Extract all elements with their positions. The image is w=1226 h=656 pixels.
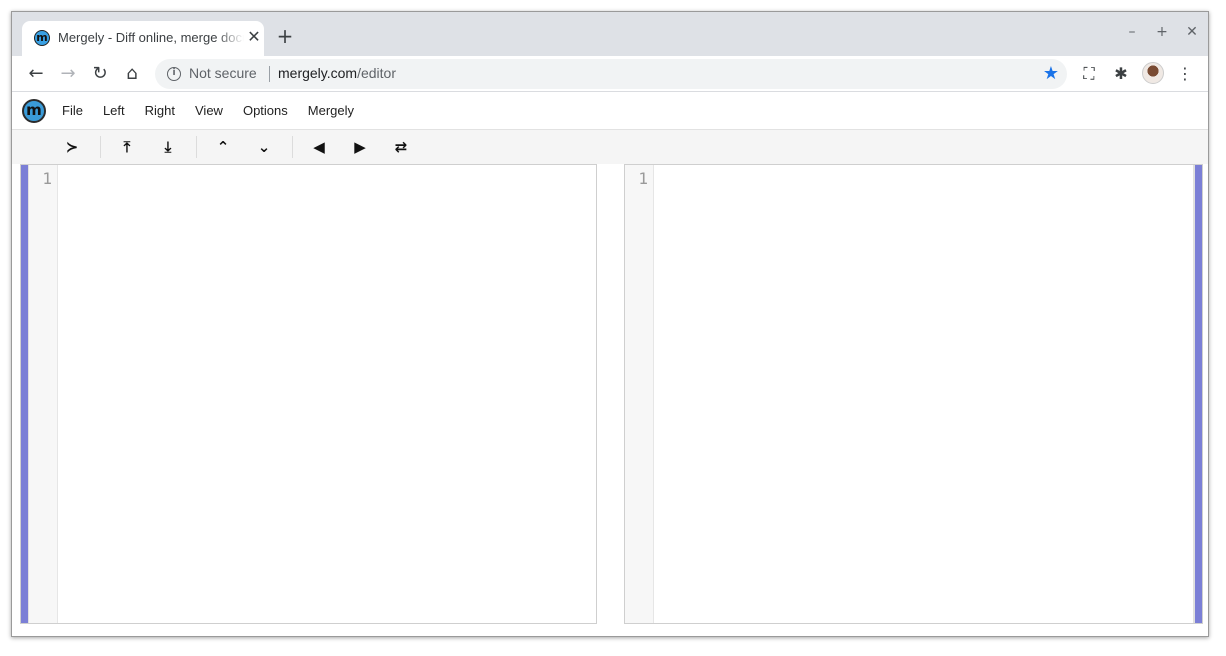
toolbar-divider xyxy=(100,136,101,158)
minimize-icon[interactable]: – xyxy=(1126,24,1138,40)
mergely-favicon-icon: m xyxy=(34,30,50,46)
left-margin-bar[interactable] xyxy=(21,165,28,623)
swap-icon[interactable]: ⇄ xyxy=(391,137,411,157)
reload-icon[interactable]: ↻ xyxy=(88,62,112,86)
extensions-icon[interactable]: ✱ xyxy=(1109,62,1133,86)
profile-avatar[interactable] xyxy=(1142,62,1164,84)
download-icon[interactable]: ⤓ xyxy=(158,137,178,157)
tab-title: Mergely - Diff online, merge documents xyxy=(58,30,244,45)
mergely-logo[interactable]: m xyxy=(22,99,46,123)
address-bar[interactable]: i Not secure mergely.com/editor ★ xyxy=(155,59,1067,89)
url-host: mergely.com xyxy=(278,65,358,81)
back-icon[interactable]: ← xyxy=(24,62,48,86)
url-divider xyxy=(269,66,270,82)
menu-mergely[interactable]: Mergely xyxy=(308,103,354,118)
window-controls: – + ✕ xyxy=(1126,24,1198,40)
menu-view[interactable]: View xyxy=(195,103,223,118)
left-editor[interactable]: 1 xyxy=(20,164,597,624)
maximize-icon[interactable]: + xyxy=(1156,24,1168,40)
info-icon[interactable]: i xyxy=(167,67,181,81)
toolbar-divider xyxy=(292,136,293,158)
app-menubar: m File Left Right View Options Mergely xyxy=(12,93,1208,130)
url-text[interactable]: mergely.com/editor xyxy=(278,65,396,81)
line-number: 1 xyxy=(638,169,648,188)
options-icon[interactable]: ≻ xyxy=(62,137,82,157)
menu-file[interactable]: File xyxy=(62,103,83,118)
right-editor[interactable]: 1 xyxy=(624,164,1203,624)
editor-toolbar: ≻ ⤒ ⤓ ⌃ ⌄ ◀ ▶ ⇄ xyxy=(12,130,1208,164)
close-tab-icon[interactable]: ✕ xyxy=(246,29,262,45)
right-gutter: 1 xyxy=(625,165,654,623)
menu-options[interactable]: Options xyxy=(243,103,288,118)
prev-diff-icon[interactable]: ⌃ xyxy=(213,137,233,157)
browser-window: m Mergely - Diff online, merge documents… xyxy=(11,11,1209,637)
security-label: Not secure xyxy=(189,65,257,81)
tab-search-icon[interactable]: ⛶ xyxy=(1077,62,1101,86)
home-icon[interactable]: ⌂ xyxy=(120,62,144,86)
menu-right[interactable]: Right xyxy=(145,103,175,118)
close-window-icon[interactable]: ✕ xyxy=(1186,24,1198,40)
line-number: 1 xyxy=(42,169,52,188)
menu: File Left Right View Options Mergely xyxy=(62,103,374,118)
merge-left-icon[interactable]: ◀ xyxy=(309,137,329,157)
menu-left[interactable]: Left xyxy=(103,103,125,118)
url-path: /editor xyxy=(357,65,397,81)
right-margin-bar[interactable] xyxy=(1195,165,1202,623)
next-diff-icon[interactable]: ⌄ xyxy=(254,137,274,157)
menu-kebab-icon[interactable]: ⋮ xyxy=(1173,62,1197,86)
toolbar-divider xyxy=(196,136,197,158)
browser-tab[interactable]: m Mergely - Diff online, merge documents… xyxy=(22,21,264,56)
bookmark-star-icon[interactable]: ★ xyxy=(1043,63,1059,85)
tab-strip: m Mergely - Diff online, merge documents… xyxy=(12,12,1208,56)
merge-right-icon[interactable]: ▶ xyxy=(350,137,370,157)
left-gutter: 1 xyxy=(29,165,58,623)
upload-icon[interactable]: ⤒ xyxy=(117,137,137,157)
browser-toolbar: ← → ↻ ⌂ i Not secure mergely.com/editor … xyxy=(12,56,1208,92)
new-tab-icon[interactable]: + xyxy=(275,26,295,46)
forward-icon[interactable]: → xyxy=(56,62,80,86)
